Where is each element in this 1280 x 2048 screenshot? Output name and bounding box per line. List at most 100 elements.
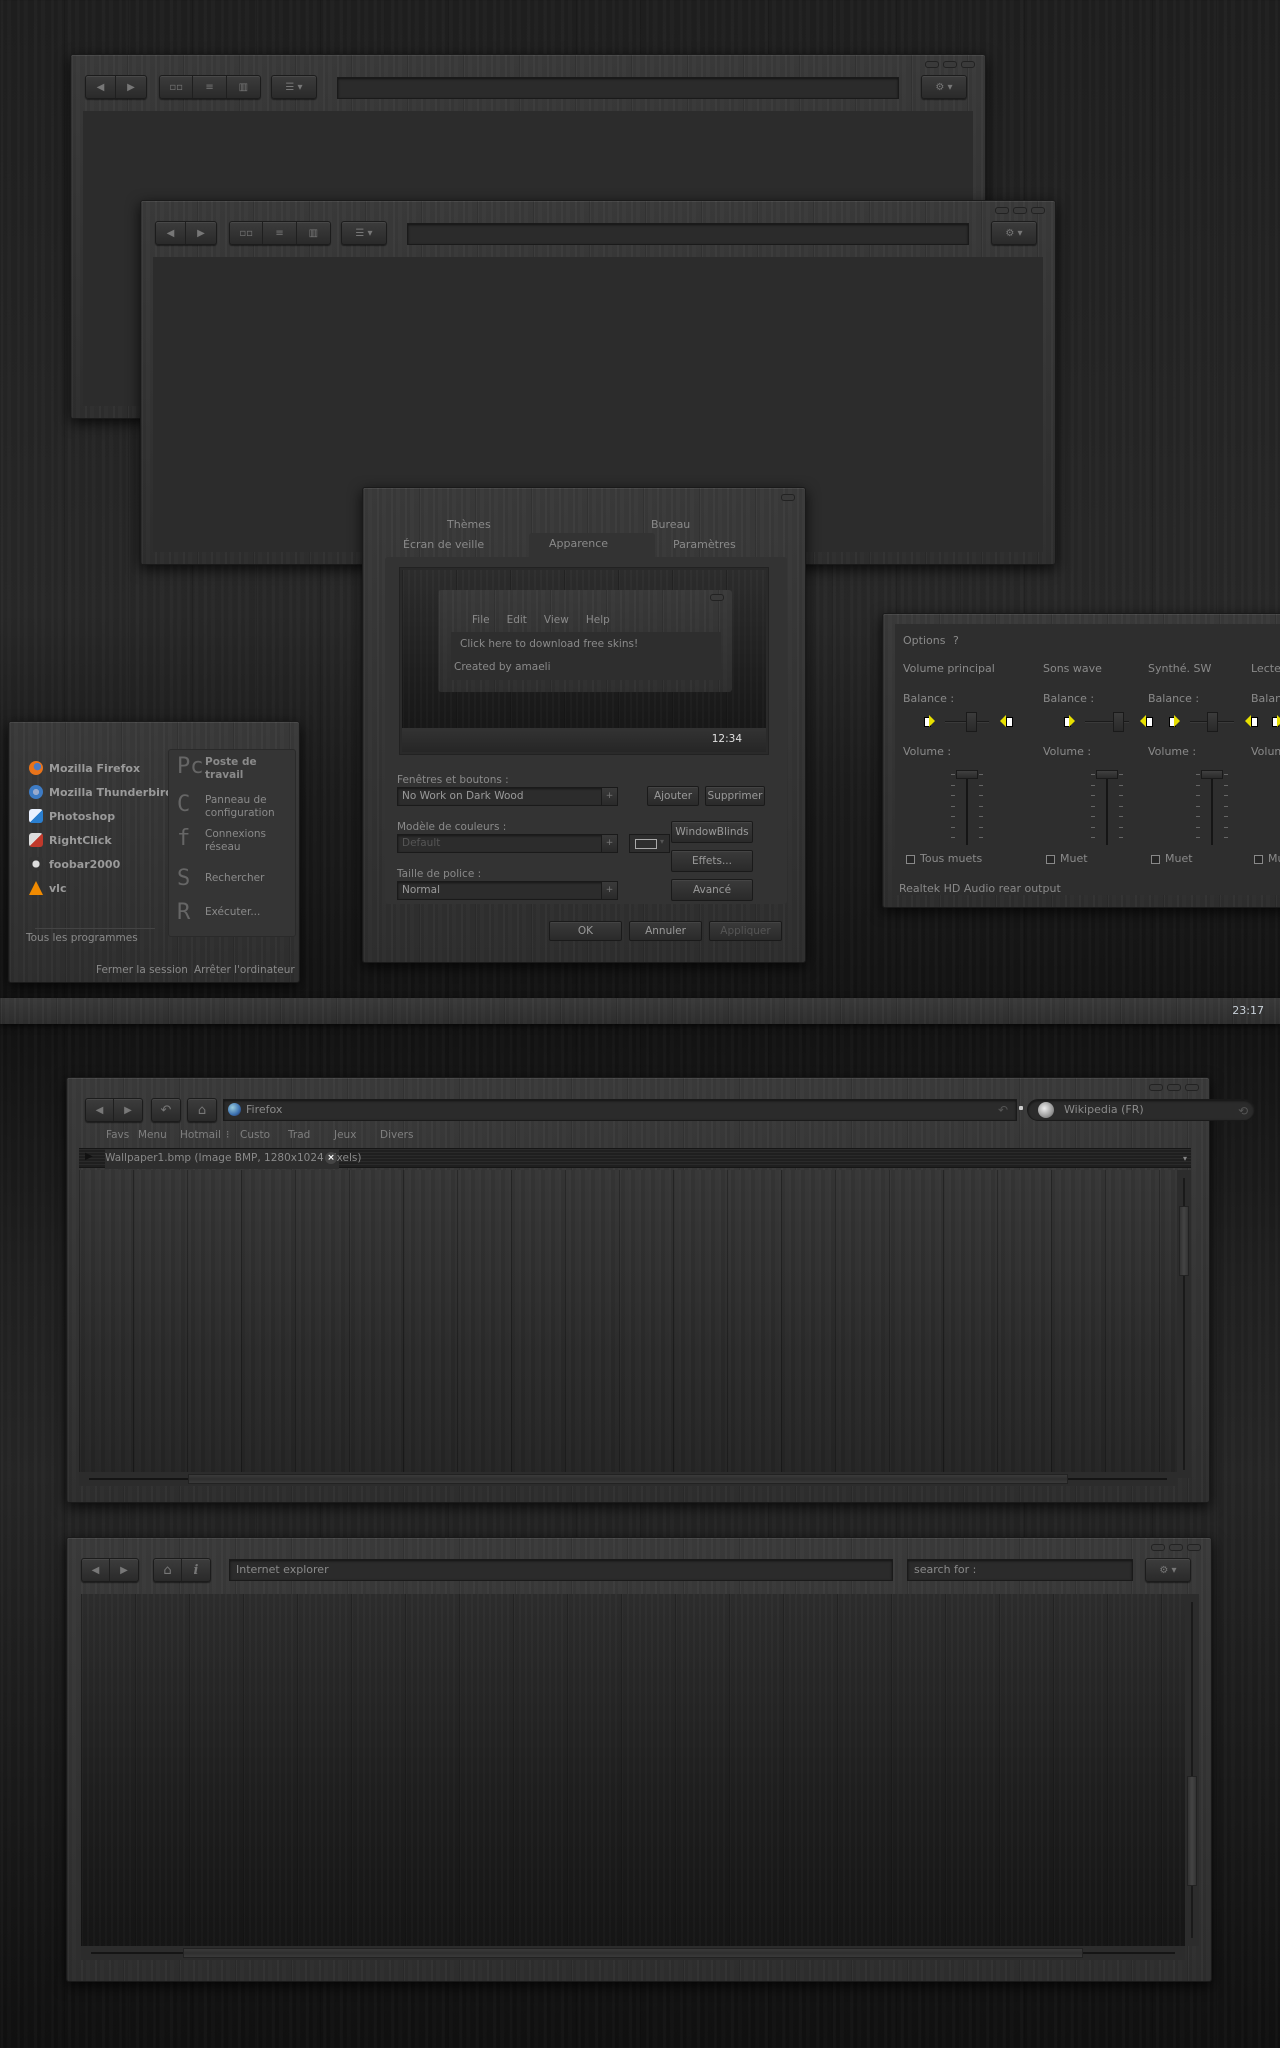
horizontal-scrollbar[interactable] xyxy=(81,1946,1185,1960)
search-bar[interactable]: Wikipedia (FR) ⟲ xyxy=(1027,1099,1255,1121)
place-run[interactable]: R Exécuter... xyxy=(177,902,260,924)
close-button[interactable] xyxy=(1187,1544,1201,1551)
volume-thumb[interactable] xyxy=(1201,770,1223,779)
all-programs-link[interactable]: Tous les programmes xyxy=(26,932,138,944)
vertical-scrollbar[interactable] xyxy=(1177,1170,1191,1478)
tab-close-icon[interactable]: × xyxy=(325,1152,337,1164)
minimize-button[interactable] xyxy=(925,61,939,68)
forward-arrow-icon[interactable]: ▶ xyxy=(186,222,216,244)
vertical-scroll-thumb[interactable] xyxy=(1187,1776,1197,1886)
list-view-icon[interactable]: ≡ xyxy=(193,76,227,98)
home-icon[interactable]: ⌂ xyxy=(154,1559,183,1581)
start-item-vlc[interactable]: vlc xyxy=(29,881,66,895)
maximize-button[interactable] xyxy=(1167,1084,1181,1091)
back-arrow-icon[interactable]: ◀ xyxy=(82,1559,111,1581)
close-button[interactable] xyxy=(781,494,795,501)
home-button[interactable]: ⌂ xyxy=(187,1098,217,1122)
columns-view-icon[interactable]: ▥ xyxy=(227,76,260,98)
balance-thumb[interactable] xyxy=(1207,712,1218,732)
mute-checkbox[interactable] xyxy=(906,855,915,864)
forward-arrow-icon[interactable]: ▶ xyxy=(110,1559,138,1581)
balance-thumb[interactable] xyxy=(966,712,978,732)
maximize-button[interactable] xyxy=(943,61,957,68)
back-arrow-icon[interactable]: ◀ xyxy=(86,1099,115,1121)
start-item-foobar2000[interactable]: foobar2000 xyxy=(29,857,120,871)
volume-slider[interactable] xyxy=(1211,770,1213,845)
settings-dropdown[interactable]: ⚙ ▾ xyxy=(1145,1558,1191,1582)
close-button[interactable] xyxy=(961,61,975,68)
go-icon[interactable]: ↶ xyxy=(998,1100,1008,1120)
maximize-button[interactable] xyxy=(1169,1544,1183,1551)
info-icon[interactable]: i xyxy=(182,1559,210,1581)
color-picker-button[interactable]: ▾ xyxy=(629,834,670,853)
settings-dropdown[interactable]: ⚙ ▾ xyxy=(991,221,1037,245)
tab-themes[interactable]: Thèmes xyxy=(447,518,491,531)
bookmark-divers[interactable]: Divers xyxy=(380,1129,413,1141)
mute-checkbox[interactable] xyxy=(1046,855,1055,864)
columns-view-icon[interactable]: ▥ xyxy=(297,222,330,244)
balance-thumb[interactable] xyxy=(1113,712,1124,732)
tab-active[interactable]: Wallpaper1.bmp (Image BMP, 1280x1024 pix… xyxy=(105,1149,361,1169)
advanced-button[interactable]: Avancé xyxy=(671,879,753,901)
address-bar[interactable] xyxy=(407,223,969,245)
minimize-button[interactable] xyxy=(1151,1544,1165,1551)
logoff-button[interactable]: Fermer la session xyxy=(96,964,188,976)
reload-button[interactable]: ↶ xyxy=(151,1098,181,1122)
maximize-button[interactable] xyxy=(1013,207,1027,214)
start-item-firefox[interactable]: Mozilla Firefox xyxy=(29,761,140,775)
place-control-panel[interactable]: C Panneau de configuration xyxy=(177,794,277,820)
minimize-button[interactable] xyxy=(995,207,1009,214)
horizontal-scrollbar[interactable] xyxy=(79,1472,1177,1486)
volume-thumb[interactable] xyxy=(956,770,978,779)
grid-view-icon[interactable]: ▫▫ xyxy=(160,76,194,98)
list-view-icon[interactable]: ≡ xyxy=(263,222,297,244)
preview-link[interactable]: Click here to download free skins! xyxy=(460,638,638,650)
bookmark-favs[interactable]: Favs xyxy=(106,1129,129,1141)
start-item-rightclick[interactable]: RightClick xyxy=(29,833,112,847)
tab-list-chevron-down-icon[interactable]: ▾ xyxy=(1183,1154,1187,1163)
effects-button[interactable]: Effets... xyxy=(671,850,753,872)
start-item-photoshop[interactable]: Photoshop xyxy=(29,809,115,823)
mute-checkbox[interactable] xyxy=(1254,855,1263,864)
forward-arrow-icon[interactable]: ▶ xyxy=(116,76,146,98)
close-button[interactable] xyxy=(1031,207,1045,214)
ok-button[interactable]: OK xyxy=(549,921,622,941)
minimize-button[interactable] xyxy=(1149,1084,1163,1091)
sort-dropdown[interactable]: ☰ ▾ xyxy=(341,221,387,245)
address-bar[interactable]: Internet explorer xyxy=(229,1559,893,1581)
bookmark-trad[interactable]: Trad xyxy=(288,1129,310,1141)
horizontal-scroll-thumb[interactable] xyxy=(183,1948,1083,1958)
start-item-thunderbird[interactable]: Mozilla Thunderbird xyxy=(29,785,173,799)
forward-arrow-icon[interactable]: ▶ xyxy=(114,1099,142,1121)
windows-buttons-select[interactable]: No Work on Dark Wood + xyxy=(397,787,618,806)
cancel-button[interactable]: Annuler xyxy=(629,921,702,941)
place-search[interactable]: S Rechercher xyxy=(177,868,264,890)
tab-desktop[interactable]: Bureau xyxy=(651,518,690,531)
back-arrow-icon[interactable]: ◀ xyxy=(156,222,187,244)
address-bar[interactable] xyxy=(337,77,899,99)
place-my-computer[interactable]: Pc Poste de travail xyxy=(177,756,265,782)
vertical-scroll-thumb[interactable] xyxy=(1179,1206,1189,1276)
sort-dropdown[interactable]: ☰ ▾ xyxy=(271,75,317,99)
remove-button[interactable]: Supprimer xyxy=(705,786,765,806)
back-arrow-icon[interactable]: ◀ xyxy=(86,76,117,98)
add-button[interactable]: Ajouter xyxy=(647,786,699,806)
volume-slider[interactable] xyxy=(1106,770,1108,845)
tab-scroll-left-icon[interactable]: ▶ xyxy=(85,1151,93,1162)
bookmark-menu[interactable]: Menu xyxy=(138,1129,167,1141)
place-network[interactable]: f Connexions réseau xyxy=(177,828,266,854)
volume-slider[interactable] xyxy=(966,770,968,845)
apply-button[interactable]: Appliquer xyxy=(709,921,782,941)
mute-checkbox[interactable] xyxy=(1151,855,1160,864)
bookmark-hotmail[interactable]: Hotmail xyxy=(180,1129,221,1141)
vertical-scrollbar[interactable] xyxy=(1185,1594,1199,1946)
volume-thumb[interactable] xyxy=(1096,770,1118,779)
close-button[interactable] xyxy=(1185,1084,1199,1091)
color-scheme-select[interactable]: Default + xyxy=(397,834,618,853)
settings-dropdown[interactable]: ⚙ ▾ xyxy=(921,75,967,99)
bookmark-custo[interactable]: Custo xyxy=(240,1129,270,1141)
url-bar[interactable]: Firefox ↶ xyxy=(223,1099,1017,1121)
search-go-icon[interactable]: ⟲ xyxy=(1238,1101,1248,1121)
tab-screensaver[interactable]: Écran de veille xyxy=(403,538,484,551)
grid-view-icon[interactable]: ▫▫ xyxy=(230,222,264,244)
